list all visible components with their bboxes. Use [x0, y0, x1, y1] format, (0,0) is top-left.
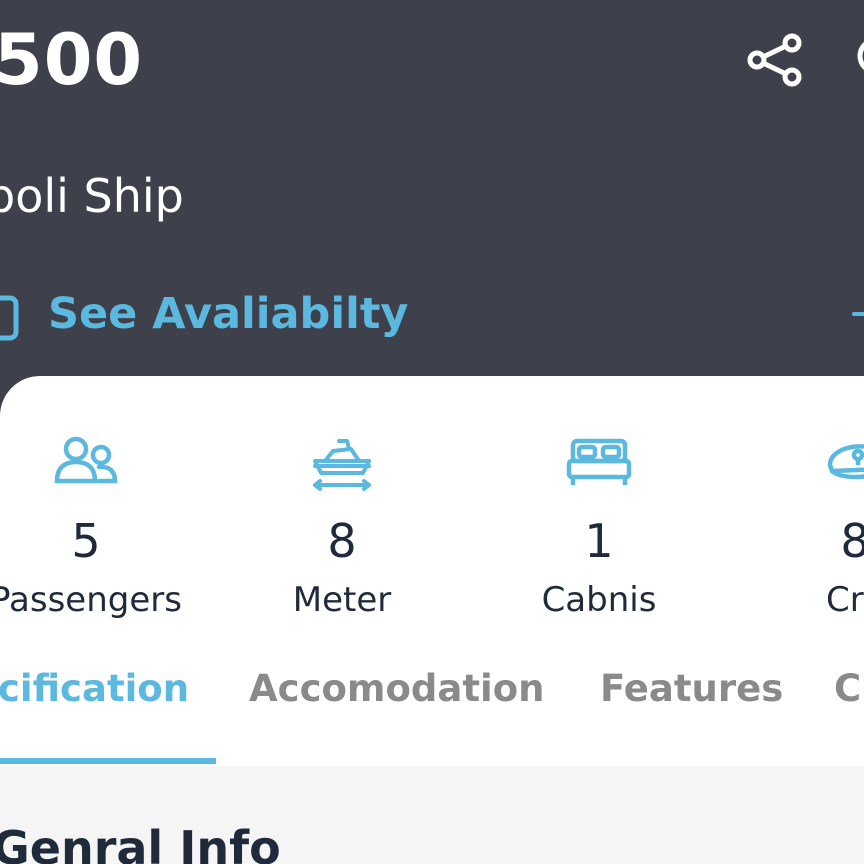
tab-features[interactable]: Features — [600, 664, 783, 714]
details-sheet: 5 Passengers 8 Meter 1 Cabnis 8 Cr cific… — [0, 376, 864, 864]
boat-length-icon — [313, 439, 371, 491]
section-title: Genral Info — [0, 821, 281, 864]
expand-icon[interactable] — [852, 312, 864, 316]
see-availability-link[interactable]: See Avaliabilty — [48, 286, 408, 342]
price: 500 — [0, 19, 144, 101]
active-tab-indicator — [0, 758, 216, 764]
calendar-icon[interactable] — [0, 286, 22, 342]
spec-value: 5 — [71, 514, 101, 568]
tab-specification[interactable]: cification — [0, 664, 189, 714]
spec-cabins: 1 Cabnis — [489, 376, 709, 626]
tab-accomodation[interactable]: Accomodation — [249, 664, 544, 714]
captain-hat-icon — [827, 444, 864, 480]
passengers-icon — [54, 436, 118, 484]
spec-length: 8 Meter — [232, 376, 452, 626]
spec-value: 8 — [327, 514, 357, 568]
heart-icon — [857, 41, 864, 71]
spec-crew: 8 Cre — [745, 376, 864, 626]
detail-tabs: cification Accomodation Features C — [0, 638, 864, 766]
spec-value: 8 — [840, 514, 864, 568]
bed-icon — [566, 438, 632, 485]
tab-content: Genral Info — [0, 766, 864, 864]
spec-passengers: 5 Passengers — [0, 376, 196, 626]
spec-value: 1 — [584, 514, 614, 568]
favorite-button[interactable] — [852, 36, 864, 84]
spec-label: Cre — [826, 580, 864, 620]
spec-label: Cabnis — [541, 580, 657, 620]
listing-header: 500 poli Ship See Avaliabilty — [0, 0, 864, 420]
share-button[interactable] — [742, 28, 806, 92]
ship-name: poli Ship — [0, 169, 184, 223]
tab-more[interactable]: C — [834, 664, 861, 714]
share-icon — [747, 33, 802, 87]
spec-label: Passengers — [0, 580, 182, 620]
spec-label: Meter — [292, 580, 392, 620]
